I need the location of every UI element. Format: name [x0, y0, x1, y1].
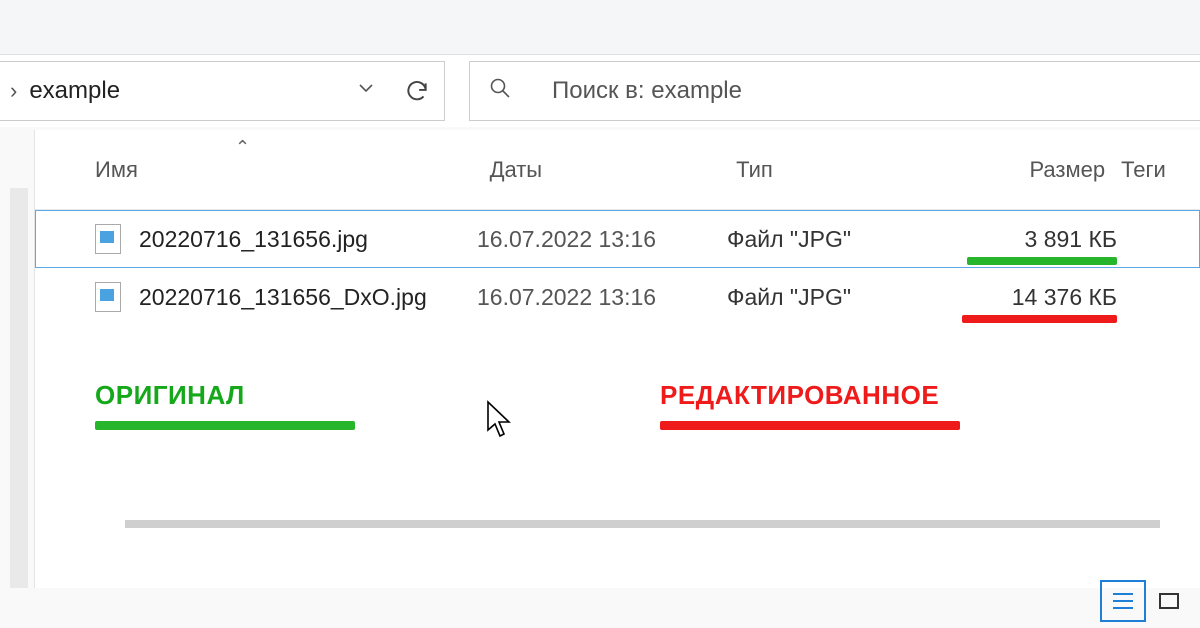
nav-pane-scrollbar[interactable]: [10, 188, 28, 588]
header-type-label: Тип: [736, 157, 773, 182]
file-size: 3 891 КБ: [947, 226, 1117, 253]
search-placeholder: Поиск в: example: [552, 77, 742, 105]
details-view-icon[interactable]: [1102, 582, 1144, 620]
file-list-area: ⌃ Имя Даты Тип Размер Теги 20220716_1316…: [34, 130, 1200, 588]
header-size[interactable]: Размер: [953, 157, 1121, 183]
annotation-underline-red: [962, 315, 1117, 323]
file-size-value: 14 376 КБ: [1012, 284, 1117, 310]
file-date: 16.07.2022 13:16: [477, 226, 727, 253]
address-bar[interactable]: › example: [0, 61, 445, 121]
header-name-label: Имя: [95, 157, 138, 183]
annotation-underline-green: [967, 257, 1117, 265]
file-name: 20220716_131656_DxO.jpg: [139, 284, 427, 311]
chevron-down-icon[interactable]: [356, 77, 376, 105]
header-size-label: Размер: [1029, 157, 1105, 182]
column-headers: ⌃ Имя Даты Тип Размер Теги: [35, 130, 1200, 210]
header-date[interactable]: Даты: [490, 157, 737, 183]
sort-caret-icon: ⌃: [235, 137, 250, 158]
annotation-edited-label: РЕДАКТИРОВАННОЕ: [660, 380, 960, 411]
header-tags[interactable]: Теги: [1121, 157, 1200, 183]
header-date-label: Даты: [490, 157, 543, 182]
file-size: 14 376 КБ: [947, 284, 1117, 311]
annotation-bar-green: [95, 421, 355, 430]
cursor-icon: [485, 400, 515, 446]
horizontal-scrollbar[interactable]: [125, 520, 1160, 528]
file-row[interactable]: 20220716_131656.jpg 16.07.2022 13:16 Фай…: [35, 210, 1200, 268]
file-type: Файл "JPG": [727, 284, 947, 311]
breadcrumb-folder[interactable]: example: [29, 77, 356, 105]
refresh-icon[interactable]: [404, 78, 430, 104]
file-type: Файл "JPG": [727, 226, 947, 253]
toolbar: › example Поиск в: example: [0, 55, 1200, 127]
annotation-edited: РЕДАКТИРОВАННОЕ: [660, 380, 960, 430]
header-type[interactable]: Тип: [736, 157, 953, 183]
header-tags-label: Теги: [1121, 157, 1166, 182]
file-size-value: 3 891 КБ: [1025, 226, 1117, 252]
thumbnails-view-icon[interactable]: [1148, 582, 1190, 620]
image-file-icon: [95, 282, 121, 312]
window-top-strip: [0, 0, 1200, 55]
image-file-icon: [95, 224, 121, 254]
file-row[interactable]: 20220716_131656_DxO.jpg 16.07.2022 13:16…: [35, 268, 1200, 326]
file-name: 20220716_131656.jpg: [139, 226, 368, 253]
header-name[interactable]: ⌃ Имя: [95, 157, 490, 183]
annotations: ОРИГИНАЛ РЕДАКТИРОВАННОЕ: [95, 380, 1140, 430]
annotation-original-label: ОРИГИНАЛ: [95, 380, 355, 411]
search-icon: [488, 76, 512, 107]
file-date: 16.07.2022 13:16: [477, 284, 727, 311]
breadcrumb-chevron-icon[interactable]: ›: [10, 78, 17, 104]
annotation-original: ОРИГИНАЛ: [95, 380, 355, 430]
view-mode-switcher: [1102, 582, 1190, 620]
search-bar[interactable]: Поиск в: example: [469, 61, 1200, 121]
annotation-bar-red: [660, 421, 960, 430]
